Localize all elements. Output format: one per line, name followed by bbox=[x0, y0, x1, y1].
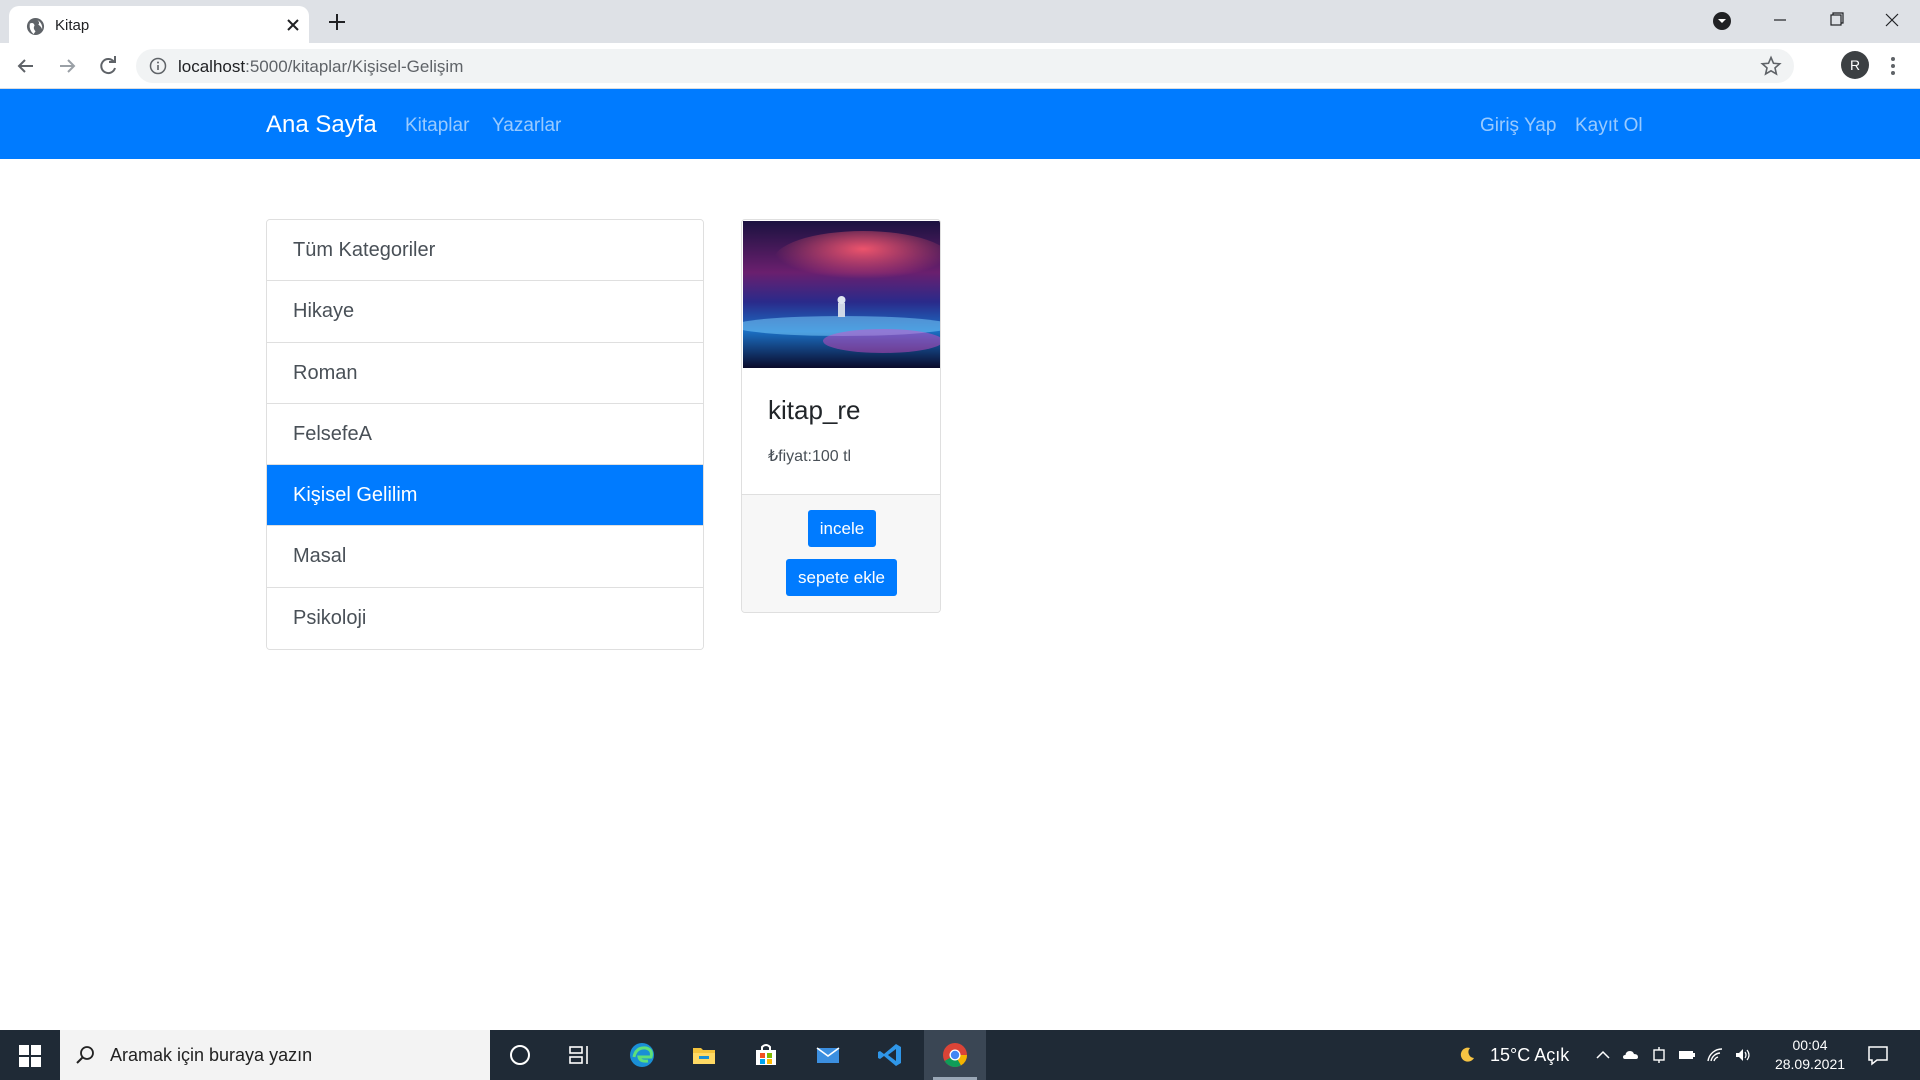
vscode-icon[interactable] bbox=[876, 1041, 904, 1069]
taskbar: Aramak için buraya yazın 15°C Açık 00:04… bbox=[0, 1030, 1920, 1080]
file-explorer-icon[interactable] bbox=[690, 1041, 718, 1069]
product-price: ₺fiyat:100 tl bbox=[768, 448, 852, 465]
product-card: kitap_re ₺fiyat:100 tl incele sepete ekl… bbox=[741, 219, 941, 613]
taskbar-active-app[interactable] bbox=[924, 1030, 986, 1080]
task-view-icon[interactable] bbox=[566, 1041, 594, 1069]
browser-tab[interactable]: Kitap bbox=[9, 6, 309, 43]
book-cover-image bbox=[743, 221, 940, 368]
device-icon[interactable] bbox=[1650, 1046, 1668, 1064]
reload-icon[interactable] bbox=[95, 53, 121, 79]
profile-avatar[interactable]: R bbox=[1841, 51, 1869, 79]
cortana-icon[interactable] bbox=[506, 1041, 534, 1069]
taskbar-clock[interactable]: 00:04 28.09.2021 bbox=[1770, 1036, 1850, 1074]
tab-title: Kitap bbox=[55, 17, 90, 34]
minimize-icon[interactable] bbox=[1752, 0, 1808, 40]
category-item-masal[interactable]: Masal bbox=[267, 526, 703, 588]
mail-icon[interactable] bbox=[814, 1041, 842, 1069]
category-item-psikoloji[interactable]: Psikoloji bbox=[267, 587, 703, 650]
product-title: kitap_re bbox=[768, 395, 861, 425]
category-item-hikaye[interactable]: Hikaye bbox=[267, 281, 703, 343]
view-button[interactable]: incele bbox=[808, 510, 876, 547]
back-arrow-icon[interactable] bbox=[13, 53, 39, 79]
nav-link-yazarlar[interactable]: Yazarlar bbox=[492, 115, 561, 137]
register-link[interactable]: Kayıt Ol bbox=[1575, 115, 1643, 137]
category-item-kisisel-gelisim[interactable]: Kişisel Gelilim bbox=[267, 465, 703, 527]
browser-tabstrip: Kitap bbox=[0, 0, 1920, 43]
clock-date: 28.09.2021 bbox=[1774, 1056, 1846, 1072]
taskbar-search-placeholder: Aramak için buraya yazın bbox=[110, 1045, 313, 1065]
add-to-cart-button[interactable]: sepete ekle bbox=[786, 559, 897, 596]
address-bar[interactable]: localhost:5000/kitaplar/Kişisel-Gelişim bbox=[136, 49, 1794, 83]
taskbar-search-box[interactable]: Aramak için buraya yazın bbox=[60, 1030, 490, 1080]
weather-text[interactable]: 15°C Açık bbox=[1490, 1045, 1569, 1066]
browser-toolbar: localhost:5000/kitaplar/Kişisel-Gelişim … bbox=[0, 43, 1920, 89]
battery-icon[interactable] bbox=[1678, 1046, 1696, 1064]
notification-icon[interactable] bbox=[1866, 1043, 1890, 1067]
restore-icon[interactable] bbox=[1808, 0, 1864, 40]
forward-arrow-icon[interactable] bbox=[54, 53, 80, 79]
brand-link[interactable]: Ana Sayfa bbox=[266, 111, 377, 139]
close-icon[interactable] bbox=[283, 15, 303, 35]
microsoft-store-icon[interactable] bbox=[752, 1041, 780, 1069]
login-link[interactable]: Giriş Yap bbox=[1480, 115, 1556, 137]
search-icon bbox=[76, 1046, 94, 1064]
category-list: Tüm Kategoriler Hikaye Roman FelsefeA Ki… bbox=[266, 219, 704, 651]
wifi-icon[interactable] bbox=[1706, 1046, 1724, 1064]
globe-icon bbox=[26, 17, 45, 36]
onedrive-icon[interactable] bbox=[1622, 1046, 1640, 1064]
clock-time: 00:04 bbox=[1792, 1037, 1828, 1053]
chevron-up-icon[interactable] bbox=[1594, 1046, 1612, 1064]
tab-search-icon[interactable] bbox=[1711, 10, 1733, 32]
edge-icon[interactable] bbox=[628, 1041, 656, 1069]
windows-start-icon[interactable] bbox=[19, 1045, 41, 1067]
category-item-roman[interactable]: Roman bbox=[267, 342, 703, 404]
category-item-felsefe[interactable]: FelsefeA bbox=[267, 403, 703, 466]
moon-weather-icon[interactable] bbox=[1458, 1046, 1476, 1064]
volume-icon[interactable] bbox=[1734, 1046, 1752, 1064]
window-close-icon[interactable] bbox=[1864, 0, 1920, 40]
chrome-icon bbox=[943, 1043, 967, 1068]
info-icon[interactable] bbox=[149, 57, 167, 75]
new-tab-icon[interactable] bbox=[325, 10, 349, 34]
url-text[interactable]: localhost:5000/kitaplar/Kişisel-Gelişim bbox=[178, 57, 463, 77]
card-footer: incele sepete ekle bbox=[742, 494, 940, 612]
kebab-menu-icon[interactable] bbox=[1884, 53, 1902, 79]
site-navbar: Ana Sayfa Kitaplar Yazarlar Giriş Yap Ka… bbox=[0, 89, 1920, 159]
category-item-all[interactable]: Tüm Kategoriler bbox=[267, 220, 703, 282]
bookmark-star-icon[interactable] bbox=[1760, 55, 1782, 77]
nav-link-kitaplar[interactable]: Kitaplar bbox=[405, 115, 469, 137]
